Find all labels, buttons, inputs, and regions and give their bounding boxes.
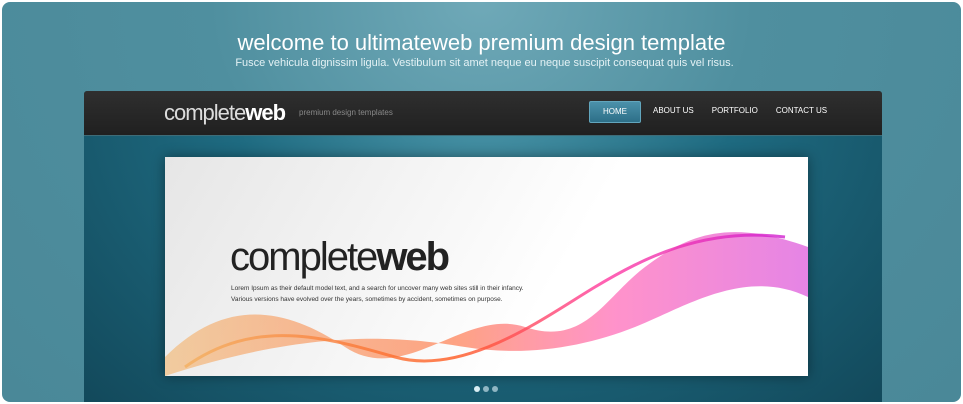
slide-line-2: Various versions have evolved over the y…: [231, 296, 503, 303]
nav-menu: HOME ABOUT US PORTFOLIO CONTACT US: [589, 101, 836, 123]
nav-contact[interactable]: CONTACT US: [767, 101, 836, 123]
tagline: premium design templates: [299, 108, 393, 117]
nav-portfolio[interactable]: PORTFOLIO: [703, 101, 767, 123]
hero-slide: completeweb Lorem Ipsum as their default…: [165, 157, 808, 376]
slider-pagination: [474, 386, 498, 392]
slider-dot-2[interactable]: [483, 386, 489, 392]
slide-logo: completeweb: [230, 235, 450, 280]
navbar: completeweb premium design templates HOM…: [84, 91, 882, 136]
slide-text: Lorem Ipsum as their default model text,…: [231, 283, 524, 305]
site-mockup: completeweb premium design templates HOM…: [84, 91, 882, 402]
nav-about[interactable]: ABOUT US: [644, 101, 703, 123]
slider-dot-3[interactable]: [492, 386, 498, 392]
slide-line-1: Lorem Ipsum as their default model text,…: [231, 285, 524, 292]
template-preview: welcome to ultimateweb premium design te…: [2, 2, 961, 402]
site-logo[interactable]: completeweb: [164, 100, 286, 126]
slide-logo-light: complete: [230, 235, 378, 279]
logo-bold: web: [245, 100, 286, 125]
slide-logo-bold: web: [376, 235, 450, 279]
page-subtitle: Fusce vehicula dignissim ligula. Vestibu…: [235, 57, 734, 69]
logo-light: complete: [164, 100, 246, 125]
nav-home[interactable]: HOME: [589, 101, 641, 123]
page-title: welcome to ultimateweb premium design te…: [237, 30, 726, 55]
slider-dot-1[interactable]: [474, 386, 480, 392]
